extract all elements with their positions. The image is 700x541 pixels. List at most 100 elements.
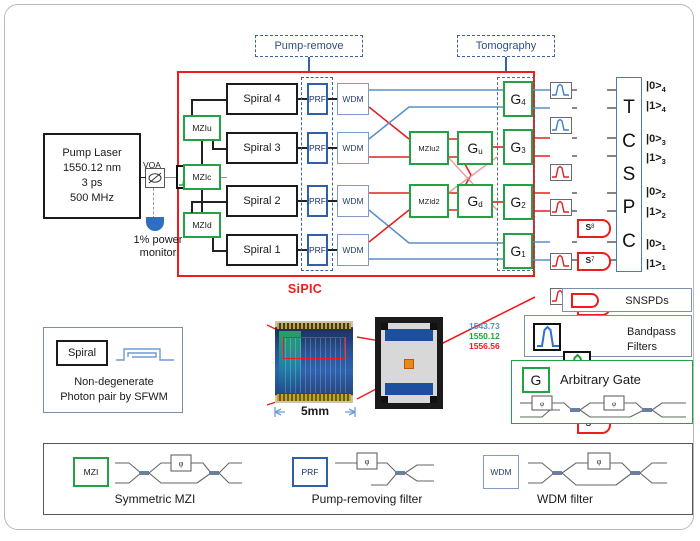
package-connector-top bbox=[385, 329, 433, 341]
ket-1-3: |1>3 bbox=[646, 152, 666, 167]
gate-u-label: G bbox=[467, 140, 479, 156]
prf-3-box[interactable]: PRF bbox=[307, 132, 328, 164]
package-screw-tr bbox=[430, 323, 437, 330]
pump-remove-leader bbox=[308, 57, 310, 71]
gate-1-label: G bbox=[510, 243, 522, 259]
prf-1-label: PRF bbox=[309, 245, 326, 255]
prf-2-box[interactable]: PRF bbox=[307, 185, 328, 217]
ket-0-4: |0>4 bbox=[646, 80, 666, 95]
gate-d-sub: d bbox=[478, 200, 483, 209]
tcspc-letter-5: C bbox=[622, 230, 636, 252]
gate-3-sub: 3 bbox=[521, 146, 526, 155]
spiral-4-label: Spiral 4 bbox=[243, 93, 281, 105]
gate-u-box[interactable]: Gu bbox=[457, 131, 493, 165]
legend-mzi-box: MZI bbox=[73, 457, 109, 487]
tcspc-letter-1: T bbox=[623, 97, 635, 119]
chip-highlight-rect bbox=[283, 337, 345, 359]
package-photo bbox=[375, 317, 443, 409]
tcspc-box: T C S P C bbox=[616, 77, 642, 272]
chip-pads-top bbox=[277, 323, 351, 329]
wdm-2-label: WDM bbox=[342, 196, 364, 206]
arbitrary-gate-symbol-label: G bbox=[530, 372, 542, 388]
gate-2-box[interactable]: G2 bbox=[503, 184, 533, 220]
chip-scale-label: 5mm bbox=[300, 404, 329, 418]
gate-3-box[interactable]: G3 bbox=[503, 129, 533, 165]
output-filter-8 bbox=[550, 82, 572, 99]
package-screw-bl bbox=[381, 396, 388, 403]
package-die bbox=[404, 359, 414, 369]
legend-mzi-caption: Symmetric MZI bbox=[114, 492, 196, 506]
prf-4-box[interactable]: PRF bbox=[307, 83, 328, 115]
bandpass-legend-label-1: Bandpass bbox=[627, 326, 676, 338]
mzi-d2-box[interactable]: MZId2 bbox=[409, 184, 449, 218]
mzi-u-box[interactable]: MZIu bbox=[183, 115, 221, 141]
annotation-tomography: Tomography bbox=[457, 35, 555, 57]
wdm-2-box[interactable]: WDM bbox=[337, 185, 369, 217]
snspd-legend-label-wrap: SNSPDs bbox=[607, 292, 687, 309]
chip-pads-bottom bbox=[277, 394, 351, 401]
snspd-7[interactable]: S7 bbox=[577, 252, 611, 271]
wdm-4-box[interactable]: WDM bbox=[337, 83, 369, 115]
wire-mziu-mzic bbox=[201, 141, 203, 164]
legend-prf-box-label: PRF bbox=[301, 467, 319, 477]
voa-symbol bbox=[145, 168, 165, 188]
spiral-1-label: Spiral 1 bbox=[243, 244, 281, 256]
package-screw-tl bbox=[381, 323, 388, 330]
wire-mzid-up-h bbox=[191, 201, 227, 203]
power-monitor-label-2-wrap: monitor bbox=[113, 246, 203, 259]
wire-mziu-up-h bbox=[191, 99, 227, 101]
gate-4-box[interactable]: G4 bbox=[503, 81, 533, 117]
mzi-d-label: MZId bbox=[192, 220, 212, 230]
wdm-1-box[interactable]: WDM bbox=[337, 234, 369, 266]
power-monitor-icon bbox=[146, 217, 164, 231]
spiral-2-label: Spiral 2 bbox=[243, 195, 281, 207]
sipic-label: SiPIC bbox=[287, 282, 323, 296]
legend-mzi-schematic: φ bbox=[115, 454, 242, 484]
mzi-u-label: MZIu bbox=[192, 123, 212, 133]
figure-frame: Pump-remove Tomography SiPIC Pump Laser … bbox=[4, 4, 694, 530]
wire-mziu-up bbox=[191, 99, 193, 115]
gate-d-box[interactable]: Gd bbox=[457, 184, 493, 218]
pump-laser-box: Pump Laser 1550.12 nm 3 ps 500 MHz bbox=[43, 133, 141, 219]
pump-laser-line-2: 1550.12 nm bbox=[62, 162, 122, 174]
mzi-c-label: MZIc bbox=[192, 172, 212, 182]
mzi-d-box[interactable]: MZId bbox=[183, 212, 221, 238]
legend-wdm-caption: WDM filter bbox=[537, 492, 593, 506]
spiral-2-box: Spiral 2 bbox=[226, 185, 298, 217]
mzi-u2-label: MZIu2 bbox=[418, 143, 440, 153]
svg-text:φ: φ bbox=[540, 400, 544, 408]
spiral-3-label: Spiral 3 bbox=[243, 142, 281, 154]
mzi-c-box[interactable]: MZIc bbox=[183, 164, 221, 190]
output-filter-5 bbox=[550, 199, 572, 216]
gate-4-sub: 4 bbox=[521, 98, 526, 107]
ket-1-1: |1>1 bbox=[646, 258, 666, 273]
snspd-8[interactable]: S8 bbox=[577, 219, 611, 238]
prf-1-box[interactable]: PRF bbox=[307, 234, 328, 266]
spiral-legend-caption-1: Non-degenerate bbox=[74, 375, 154, 388]
prf-2-label: PRF bbox=[309, 196, 326, 206]
wavelength-2: 1550.12 bbox=[469, 331, 500, 341]
wdm-4-label: WDM bbox=[342, 94, 364, 104]
tomography-leader bbox=[505, 57, 507, 71]
ket-1-2: |1>2 bbox=[646, 206, 666, 221]
snspd-legend-label: SNSPDs bbox=[625, 294, 669, 307]
bandpass-legend-box: Bandpass Filters bbox=[524, 315, 692, 407]
legend-wdm-box-label: WDM bbox=[490, 467, 512, 477]
power-tap-dashed-line bbox=[153, 188, 155, 219]
annotation-pump-remove: Pump-remove bbox=[255, 35, 363, 57]
spiral-3-box: Spiral 3 bbox=[226, 132, 298, 164]
snspd-7-label: S7 bbox=[585, 254, 595, 265]
ket-0-1: |0>1 bbox=[646, 238, 666, 253]
svg-text:φ: φ bbox=[179, 459, 184, 468]
gate-4-label: G bbox=[510, 91, 522, 107]
legend-prf-caption: Pump-removing filter bbox=[311, 492, 423, 506]
wdm-3-label: WDM bbox=[342, 143, 364, 153]
tcspc-letter-4: P bbox=[622, 197, 636, 219]
tcspc-letter-2: C bbox=[622, 130, 636, 152]
gate-1-box[interactable]: G1 bbox=[503, 233, 533, 269]
mzi-u2-box[interactable]: MZIu2 bbox=[409, 131, 449, 165]
spiral-legend-caption-2: Photon pair by SFWM bbox=[60, 390, 168, 403]
output-filter-6 bbox=[550, 164, 572, 181]
wdm-3-box[interactable]: WDM bbox=[337, 132, 369, 164]
tcspc-letter-3: S bbox=[622, 163, 636, 185]
